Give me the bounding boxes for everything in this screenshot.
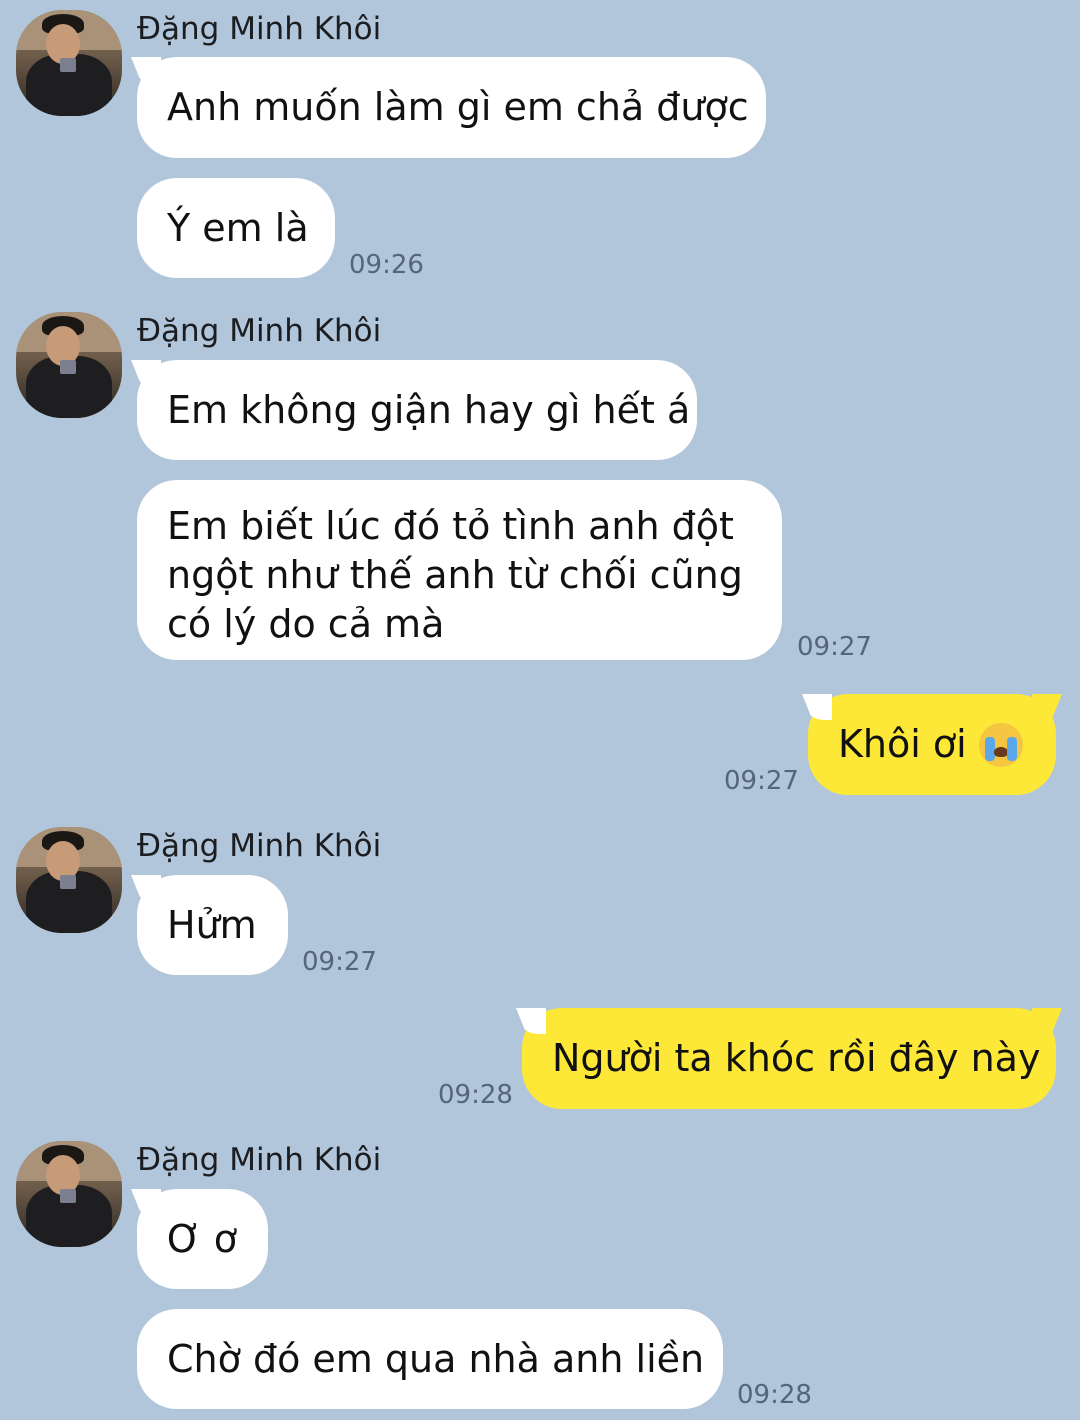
message-text: Ơ ơ — [167, 1216, 238, 1261]
message-text: Ý em là — [167, 205, 309, 250]
crying-face-icon — [978, 722, 1023, 767]
sender-name: Đặng Minh Khôi — [137, 828, 382, 864]
sender-name: Đặng Minh Khôi — [137, 11, 382, 47]
message-time: 09:27 — [724, 766, 799, 796]
message-bubble[interactable]: Ý em là — [137, 178, 335, 278]
message-text: Chờ đó em qua nhà anh liền — [167, 1336, 705, 1381]
message-bubble[interactable]: Em biết lúc đó tỏ tình anh đột ngột như … — [137, 480, 782, 660]
message-text: Hửm — [167, 902, 257, 947]
message-line: Em biết lúc đó tỏ tình anh đột — [167, 504, 734, 548]
message-time: 09:26 — [349, 250, 424, 280]
message-bubble-outgoing[interactable]: Người ta khóc rồi đây này — [522, 1008, 1056, 1109]
contact-avatar[interactable] — [16, 1141, 122, 1247]
message-text: Khôi ơi — [838, 722, 967, 766]
message-text: Em không giận hay gì hết á — [167, 387, 691, 432]
message-line: có lý do cả mà — [167, 602, 445, 646]
message-time: 09:28 — [737, 1380, 812, 1410]
message-line: ngột như thế anh từ chối cũng — [167, 553, 743, 597]
contact-avatar[interactable] — [16, 827, 122, 933]
message-bubble[interactable]: Hửm — [137, 875, 288, 975]
message-time: 09:28 — [438, 1080, 513, 1110]
message-bubble[interactable]: Chờ đó em qua nhà anh liền — [137, 1309, 723, 1409]
sender-name: Đặng Minh Khôi — [137, 313, 382, 349]
message-bubble[interactable]: Em không giận hay gì hết á — [137, 360, 697, 460]
message-text: Em biết lúc đó tỏ tình anh đột ngột như … — [167, 502, 743, 649]
message-bubble-outgoing[interactable]: Khôi ơi — [808, 694, 1056, 795]
sender-name: Đặng Minh Khôi — [137, 1142, 382, 1178]
message-time: 09:27 — [797, 632, 872, 662]
message-text: Người ta khóc rồi đây này — [552, 1036, 1041, 1080]
contact-avatar[interactable] — [16, 10, 122, 116]
message-bubble[interactable]: Anh muốn làm gì em chả được — [137, 57, 766, 158]
message-text: Anh muốn làm gì em chả được — [167, 85, 749, 129]
contact-avatar[interactable] — [16, 312, 122, 418]
message-bubble[interactable]: Ơ ơ — [137, 1189, 268, 1289]
message-time: 09:27 — [302, 947, 377, 977]
